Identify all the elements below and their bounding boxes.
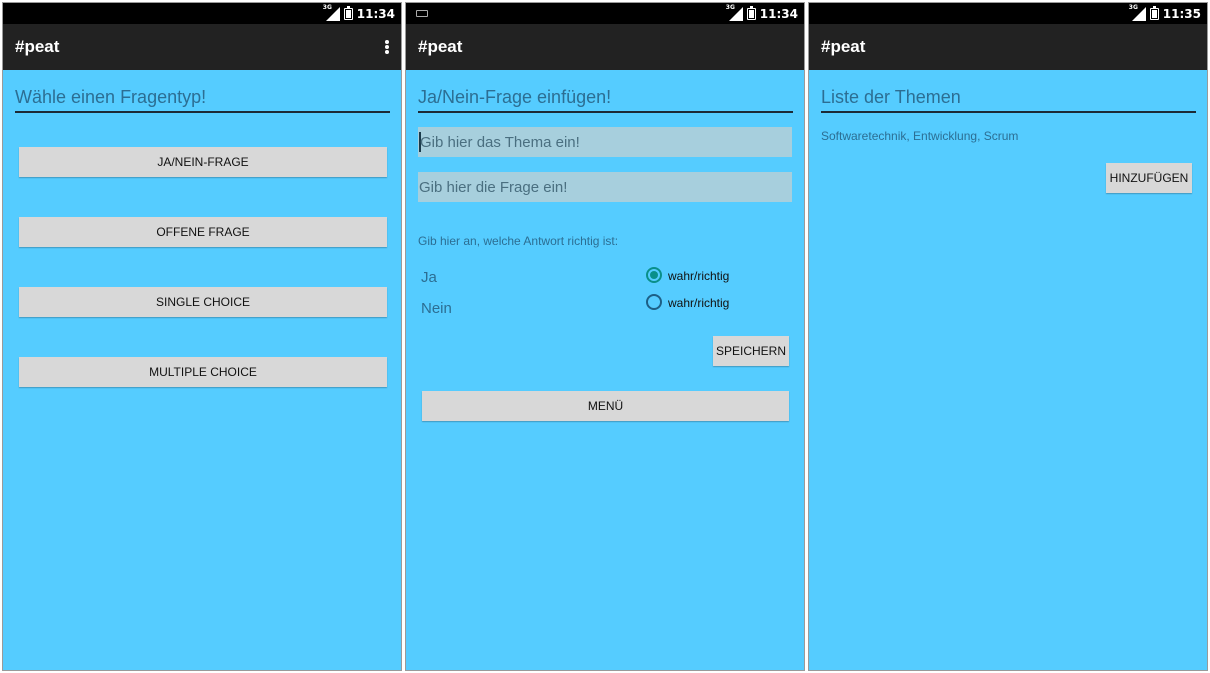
question-input[interactable]: Gib hier die Frage ein!: [418, 172, 792, 202]
page-heading: Wähle einen Fragentyp!: [15, 87, 390, 113]
app-title: #peat: [821, 37, 866, 56]
screen-yes-no-question: 3G 11:34 #peat Ja/Nein-Frage einfügen! G…: [405, 2, 805, 671]
open-question-button[interactable]: OFFENE FRAGE: [19, 217, 387, 247]
app-bar: #peat: [809, 24, 1207, 70]
screen-topic-list: 3G 11:35 #peat Liste der Themen Software…: [808, 2, 1208, 671]
clock: 11:34: [356, 6, 395, 21]
topic-list: Softwaretechnik, Entwicklung, Scrum: [821, 129, 1019, 143]
battery-icon: [746, 5, 756, 20]
topic-input-placeholder: Gib hier das Thema ein!: [420, 133, 580, 151]
option-label-nein: Nein: [421, 300, 452, 317]
question-input-placeholder: Gib hier die Frage ein!: [419, 178, 568, 196]
page-heading: Ja/Nein-Frage einfügen!: [418, 87, 793, 113]
signal-icon: 3G: [726, 4, 743, 21]
status-bar: 3G 11:34: [406, 3, 804, 24]
app-bar: #peat: [406, 24, 804, 70]
status-bar: 3G 11:34: [3, 3, 401, 24]
menu-button[interactable]: MENÜ: [422, 391, 789, 421]
battery-icon: [1149, 5, 1159, 20]
app-title: #peat: [418, 37, 463, 56]
app-title: #peat: [15, 37, 60, 56]
topic-input[interactable]: Gib hier das Thema ein!: [418, 127, 792, 157]
signal-icon: 3G: [323, 4, 340, 21]
clock: 11:35: [1162, 6, 1201, 21]
multiple-choice-button[interactable]: MULTIPLE CHOICE: [19, 357, 387, 387]
radio-nein-correct[interactable]: [646, 294, 662, 310]
add-topic-button[interactable]: HINZUFÜGEN: [1106, 163, 1192, 193]
screen-question-type: 3G 11:34 #peat Wähle einen Fragentyp! JA…: [2, 2, 402, 671]
radio-ja-correct[interactable]: [646, 267, 662, 283]
single-choice-button[interactable]: SINGLE CHOICE: [19, 287, 387, 317]
radio-nein-label[interactable]: wahr/richtig: [668, 296, 729, 310]
option-label-ja: Ja: [421, 269, 437, 286]
app-bar: #peat: [3, 24, 401, 70]
clock: 11:34: [759, 6, 798, 21]
status-bar: 3G 11:35: [809, 3, 1207, 24]
page-heading: Liste der Themen: [821, 87, 1196, 113]
overflow-menu-icon[interactable]: [385, 40, 389, 54]
answer-instruction: Gib hier an, welche Antwort richtig ist:: [418, 234, 619, 248]
yes-no-question-button[interactable]: JA/NEIN-FRAGE: [19, 147, 387, 177]
keyboard-icon: [416, 10, 428, 17]
save-button[interactable]: SPEICHERN: [713, 336, 789, 366]
battery-icon: [343, 5, 353, 20]
signal-icon: 3G: [1129, 4, 1146, 21]
radio-ja-label[interactable]: wahr/richtig: [668, 269, 729, 283]
